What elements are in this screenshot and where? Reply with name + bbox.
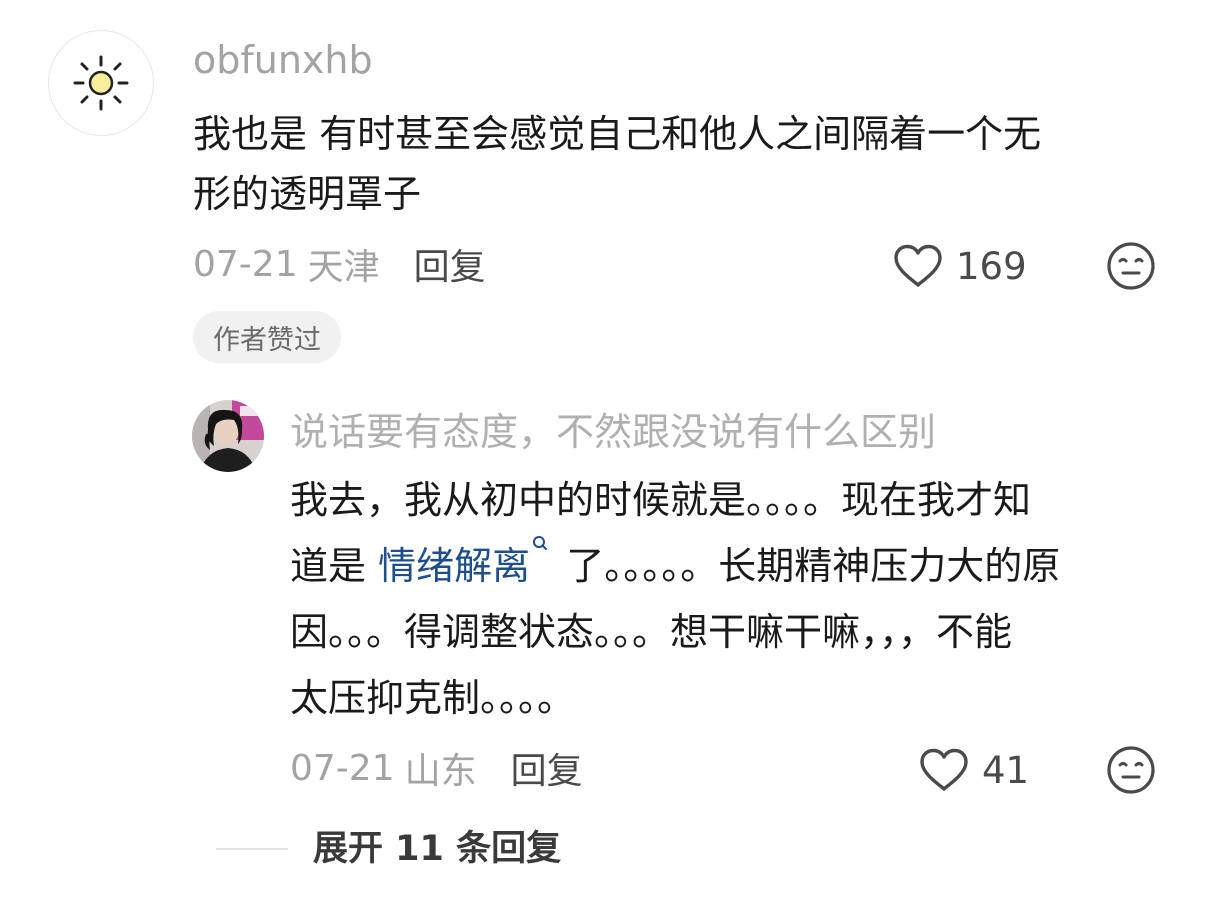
like-button[interactable]: 169	[892, 240, 1027, 292]
heart-outline-icon	[920, 748, 968, 791]
sun-icon	[73, 55, 129, 111]
meh-face-icon	[1107, 746, 1155, 794]
reply-like-button[interactable]: 41	[918, 744, 1029, 796]
comment-text: 我也是 有时甚至会感觉自己和他人之间隔着一个无 形的透明罩子	[193, 104, 1153, 224]
author-liked-badge: 作者赞过	[193, 311, 341, 363]
reply-text-segment: 了。。。。。长期精神压力大的原	[554, 544, 1061, 588]
like-count: 169	[956, 244, 1027, 288]
search-icon	[533, 536, 548, 550]
search-keyword-link[interactable]: 情绪解离	[378, 544, 530, 588]
comment-meta: 07-21 天津 回复	[193, 238, 486, 290]
reply-text-line: 我去，我从初中的时候就是。。。。现在我才知	[290, 478, 1032, 522]
reply-text-line: 道是 情绪解离 了。。。。。长期精神压力大的原	[290, 533, 1170, 599]
profile-photo	[192, 400, 264, 472]
reply-meta: 07-21 山东 回复	[290, 742, 583, 794]
reply-username[interactable]: 说话要有态度，不然跟没说有什么区别	[290, 408, 936, 456]
comment-username[interactable]: obfunxhb	[193, 38, 373, 82]
expand-replies-button[interactable]: 展开 11 条回复	[313, 826, 561, 872]
reply-button[interactable]: 回复	[414, 238, 486, 290]
comment-text-line: 我也是 有时甚至会感觉自己和他人之间隔着一个无	[193, 112, 1042, 156]
heart-outline-icon	[894, 244, 942, 287]
comment-location: 天津	[307, 247, 380, 288]
reply-avatar[interactable]	[192, 400, 264, 472]
comment-text-line: 形的透明罩子	[193, 172, 422, 216]
meh-face-icon	[1107, 242, 1155, 290]
expand-divider	[216, 848, 288, 850]
reply-text-segment: 道是	[290, 544, 379, 588]
reply-text: 我去，我从初中的时候就是。。。。现在我才知 道是 情绪解离 了。。。。。长期精神…	[290, 467, 1170, 731]
reply-date: 07-21	[290, 747, 395, 789]
comment-date: 07-21	[193, 243, 298, 285]
reply-reply-button[interactable]: 回复	[511, 742, 583, 794]
reply-emoji-reaction-button[interactable]	[1106, 745, 1156, 795]
reply-like-count: 41	[982, 748, 1030, 792]
reply-text-line: 太压抑克制。。。。	[290, 676, 576, 720]
reply-text-line: 因。。。得调整状态。。。想干嘛干嘛，，，不能	[290, 610, 1013, 654]
emoji-reaction-button[interactable]	[1106, 241, 1156, 291]
avatar[interactable]	[48, 30, 154, 136]
reply-location: 山东	[404, 751, 477, 792]
